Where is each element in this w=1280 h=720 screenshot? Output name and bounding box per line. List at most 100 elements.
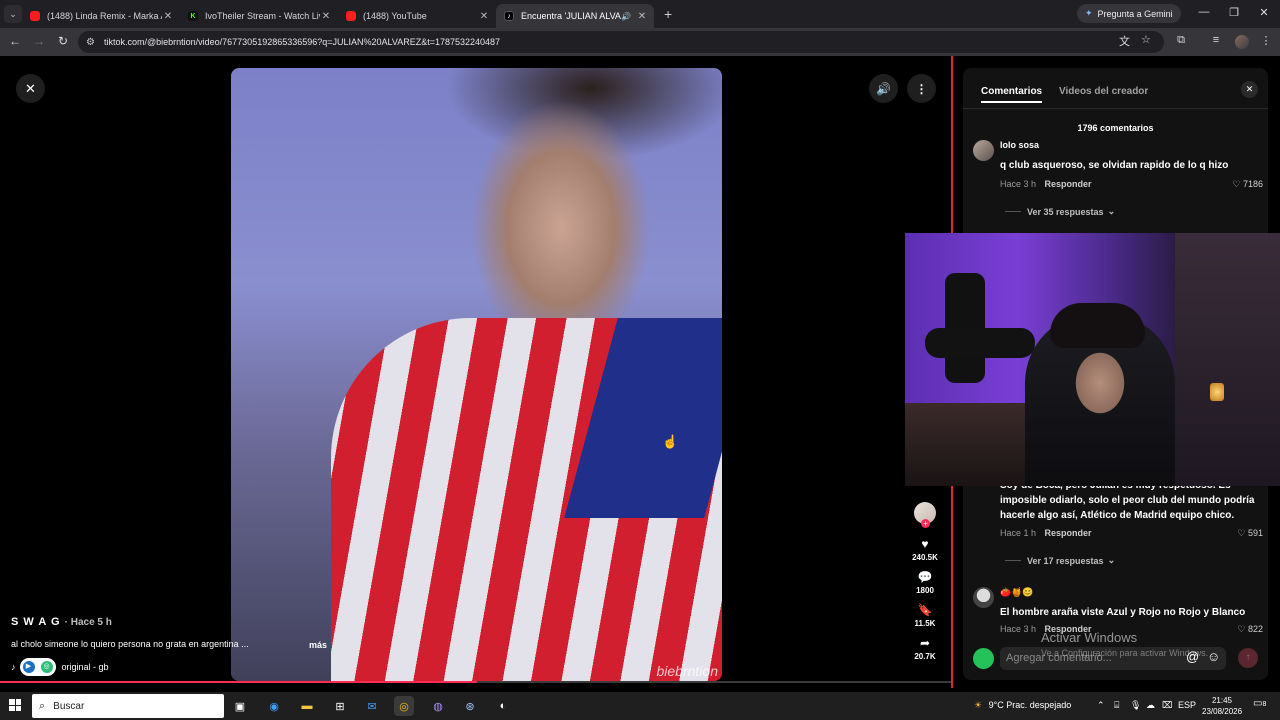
new-tab-icon[interactable]: + [664,6,672,22]
volume-button[interactable]: 🔊 [869,74,898,103]
more-options-button[interactable]: ⋮ [907,74,936,103]
comment-author[interactable]: 🍅🍯😊 [1000,587,1034,598]
discord-icon[interactable]: ◍ [428,696,448,716]
author-name[interactable]: S W A G [11,616,61,628]
outlook-icon[interactable]: ✉ [362,696,382,716]
minimize-icon[interactable]: — [1196,6,1212,18]
url-input[interactable]: ⚙ tiktok.com/@biebrntion/video/767730519… [78,31,1164,53]
hand-cursor-icon: ☝ [662,434,679,449]
browser-menu-icon[interactable]: ⋮ [1258,34,1274,47]
chrome-icon[interactable]: ◎ [394,696,414,716]
save-count: 11.5K [914,619,936,628]
tab-search-icon[interactable]: ⌄ [4,5,22,23]
music-chip[interactable]: ▶ ◎ [19,658,56,676]
post-time: · Hace 5 h [64,617,112,628]
heart-outline-icon: ♡ [1237,528,1246,538]
close-icon[interactable]: ✕ [636,11,648,22]
music-avatar-icon-2: ◎ [40,661,53,673]
follow-plus-icon[interactable]: + [921,519,930,528]
tab-title: (1488) YouTube [363,11,427,21]
windows-start-icon[interactable] [9,699,21,711]
speaker-icon[interactable]: 🔊 [621,12,631,21]
comment-meta: Hace 3 h Responder [1000,179,1092,189]
share-action[interactable]: ➦ 20.7K [914,636,935,661]
close-panel-button[interactable]: ✕ [1241,81,1258,98]
like-action[interactable]: ♥ 240.5K [912,537,938,562]
profile-avatar[interactable] [1235,35,1249,49]
task-view-icon[interactable]: ▣ [230,696,250,716]
media-controls-icon[interactable]: ≡ [1208,34,1224,46]
edge-icon[interactable]: ◉ [264,696,284,716]
chevron-up-icon[interactable]: ⌃ [1097,700,1105,711]
browser-tab-3[interactable]: (1488) YouTube ✕ [338,4,496,28]
tab-title: (1488) Linda Remix - Marka Akme [47,11,162,21]
caption-more-link[interactable]: más [309,640,327,650]
video-progress-bar[interactable] [0,681,953,683]
extensions-icon[interactable]: ⧉ [1173,34,1189,47]
commenter-avatar[interactable] [973,587,994,608]
view-replies-button[interactable]: Ver 17 respuestas ⌄ [1005,555,1115,566]
close-icon[interactable]: ✕ [478,11,490,22]
close-icon[interactable]: ✕ [162,11,174,22]
microphone-icon[interactable]: 🎙 [1130,700,1141,711]
music-info[interactable]: ♪ ▶ ◎ original - gb [11,658,109,676]
view-replies-label: Ver 35 respuestas [1027,206,1104,217]
close-window-icon[interactable]: ✕ [1256,6,1272,19]
url-text: tiktok.com/@biebrntion/video/76773051928… [103,37,501,47]
weather-text: 9°C Prac. despejado [988,700,1072,710]
like-count: 240.5K [912,553,938,562]
translate-icon[interactable]: 文 [1119,33,1130,49]
creator-avatar[interactable]: + [914,502,936,528]
reply-button[interactable]: Responder [1045,528,1092,538]
browser-tab-1[interactable]: (1488) Linda Remix - Marka Akme ✕ [22,4,180,28]
reply-button[interactable]: Responder [1045,179,1092,189]
language-indicator[interactable]: ESP [1178,700,1196,710]
user-avatar[interactable] [973,648,994,669]
tab-comments[interactable]: Comentarios [981,86,1043,103]
panel-separator [963,108,1268,109]
comment-like-button[interactable]: ♡ 591 [1237,528,1263,539]
comment-action[interactable]: 💬 1800 [916,570,934,595]
clock-time: 21:45 [1211,696,1233,705]
browser-tab-2[interactable]: K IvoTheiler Stream - Watch Live ✕ [180,4,338,28]
weather-widget[interactable]: ☀ 9°C Prac. despejado [974,700,1071,711]
restore-icon[interactable]: ❐ [1226,6,1242,19]
view-replies-button[interactable]: Ver 35 respuestas ⌄ [1005,206,1115,217]
file-explorer-icon[interactable]: ▬ [297,696,317,716]
close-video-button[interactable]: ✕ [16,74,45,103]
back-icon[interactable]: ← [7,34,23,48]
send-button[interactable]: ↑ [1238,648,1258,668]
commenter-avatar[interactable] [973,140,994,161]
close-icon[interactable]: ✕ [320,11,332,22]
emoji-icon[interactable]: ☺ [1207,649,1220,664]
comment-text: q club asqueroso, se olvidan rapido de l… [1000,160,1229,171]
save-action[interactable]: 🔖 11.5K [915,603,936,628]
notifications-button[interactable]: ▭8 [1253,698,1266,709]
webcam-person-hair [1050,303,1145,348]
camera-icon[interactable]: ⌸ [1114,700,1119,711]
comment-like-button[interactable]: ♡ 7186 [1232,179,1263,190]
activate-windows-subtitle: Ve a Configuración para activar Windows. [1041,648,1209,658]
video-author[interactable]: S W A G · Hace 5 h [11,616,112,628]
system-clock[interactable]: 21:45 23/08/2026 [1202,695,1242,717]
tab-title: IvoTheiler Stream - Watch Live [205,11,320,21]
gemini-button[interactable]: ✦ Pregunta a Gemini [1077,4,1181,23]
video-caption: al cholo simeone lo quiero persona no gr… [11,639,249,649]
taskbar-search-input[interactable]: ⌕ Buscar [32,694,224,718]
webcam-overlay [905,233,1280,486]
comment-like-button[interactable]: ♡ 822 [1237,624,1263,635]
obs-icon[interactable]: ◐ [493,696,513,716]
video-player[interactable]: biebrntion [231,68,722,681]
tab-creator-videos[interactable]: Videos del creador [1059,86,1148,97]
forward-icon[interactable]: → [31,34,47,48]
steam-icon[interactable]: ⊛ [460,696,480,716]
browser-tab-4-active[interactable]: ♪ Encuentra 'JULIAN ALVAREZ' 🔊 ✕ [496,4,654,28]
store-icon[interactable]: ⊞ [330,696,350,716]
onedrive-icon[interactable]: ☁ [1146,700,1155,711]
network-icon[interactable]: ⌧ [1162,700,1172,711]
comment-author[interactable]: lolo sosa [1000,140,1039,150]
comment-time: Hace 1 h [1000,528,1037,538]
reload-icon[interactable]: ↻ [55,34,71,48]
site-settings-icon[interactable]: ⚙ [86,37,95,48]
bookmark-star-icon[interactable]: ☆ [1141,33,1151,46]
